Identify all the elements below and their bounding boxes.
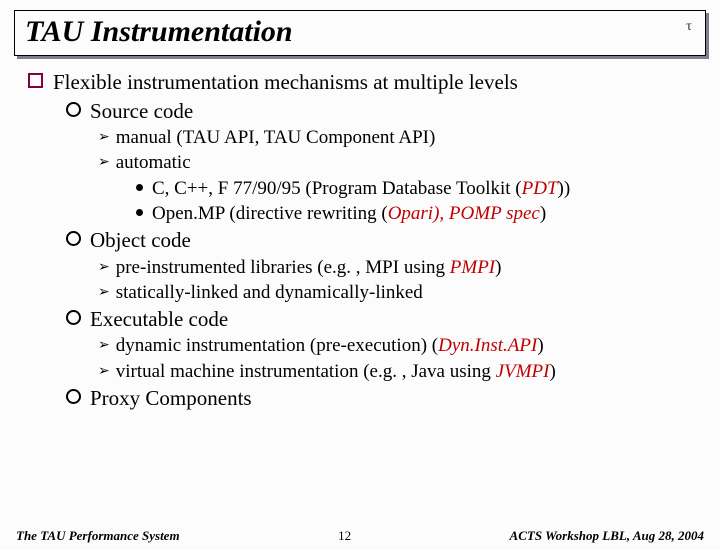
item-jvmpi: ➢virtual machine instrumentation (e.g. ,… (98, 360, 698, 383)
item-openmp: Open.MP (directive rewriting (Opari), PO… (136, 202, 698, 225)
main-point-text: Flexible instrumentation mechanisms at m… (53, 70, 518, 94)
opari-label: Opari), POMP spec (388, 203, 540, 224)
arrow-bullet-icon: ➢ (98, 284, 110, 301)
item-preinstrumented: ➢pre-instrumented libraries (e.g. , MPI … (98, 256, 698, 279)
item-dyninst: ➢dynamic instrumentation (pre-execution)… (98, 334, 698, 357)
slide-footer: The TAU Performance System 12 ACTS Works… (0, 528, 720, 544)
item-languages: C, C++, F 77/90/95 (Program Database Too… (136, 177, 698, 200)
footer-left: The TAU Performance System (16, 528, 180, 544)
section-proxy: Proxy Components (66, 386, 698, 412)
arrow-bullet-icon: ➢ (98, 363, 110, 380)
section-executable: Executable code (66, 307, 698, 333)
jvmpi-label: JVMPI (496, 361, 550, 382)
section-object: Object code (66, 228, 698, 254)
square-bullet-icon (28, 73, 43, 88)
pdt-label: PDT (522, 178, 558, 199)
arrow-bullet-icon: ➢ (98, 129, 110, 146)
slide-number: 12 (338, 528, 351, 544)
section-source: Source code (66, 99, 698, 125)
section-heading: Executable code (90, 307, 228, 331)
arrow-bullet-icon: ➢ (98, 154, 110, 171)
slide-body: Flexible instrumentation mechanisms at m… (28, 70, 698, 411)
pmpi-label: PMPI (450, 257, 495, 278)
slide-title: TAU Instrumentation (25, 15, 293, 48)
footer-right: ACTS Workshop LBL, Aug 28, 2004 (510, 528, 704, 544)
section-heading: Object code (90, 228, 191, 252)
circle-bullet-icon (66, 102, 81, 117)
arrow-bullet-icon: ➢ (98, 259, 110, 276)
main-point: Flexible instrumentation mechanisms at m… (28, 70, 698, 96)
circle-bullet-icon (66, 231, 81, 246)
item-manual: ➢manual (TAU API, TAU Component API) (98, 126, 698, 149)
section-heading: Source code (90, 99, 193, 123)
dyninst-label: Dyn.Inst.API (438, 335, 537, 356)
tau-logo-icon: τ (679, 17, 699, 37)
circle-bullet-icon (66, 310, 81, 325)
title-bar: TAU Instrumentation τ (14, 10, 706, 56)
dot-bullet-icon (136, 209, 143, 216)
item-linking: ➢statically-linked and dynamically-linke… (98, 281, 698, 304)
dot-bullet-icon (136, 184, 143, 191)
item-automatic: ➢automatic (98, 151, 698, 174)
circle-bullet-icon (66, 389, 81, 404)
section-heading: Proxy Components (90, 386, 252, 410)
arrow-bullet-icon: ➢ (98, 337, 110, 354)
